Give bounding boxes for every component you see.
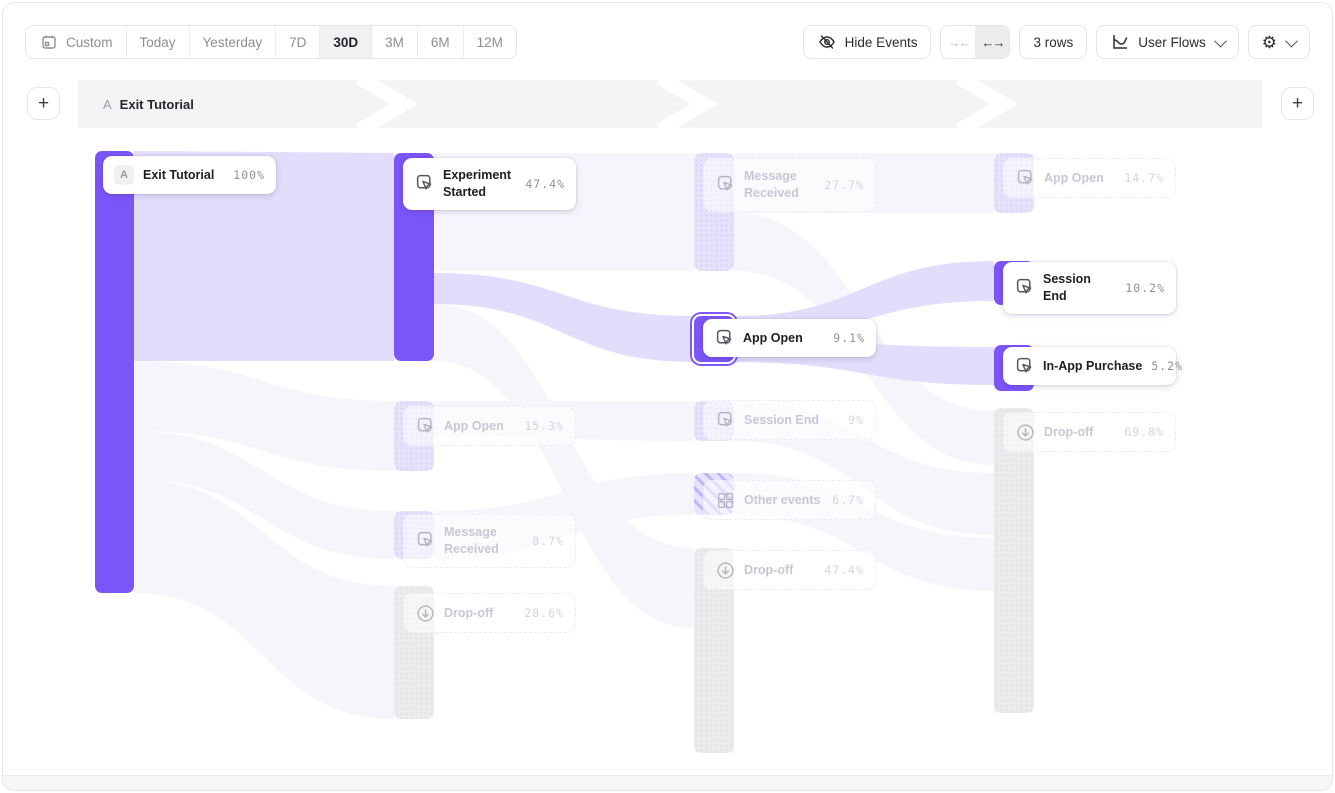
step-letter-badge: A	[103, 97, 112, 112]
event-icon	[715, 175, 735, 195]
toolbar: Custom Today Yesterday 7D 30D 3M 6M 12M …	[25, 25, 1310, 61]
gear-icon: ⚙	[1262, 34, 1277, 51]
settings-dropdown[interactable]: ⚙	[1248, 25, 1310, 59]
event-icon	[1014, 356, 1034, 376]
plus-icon: +	[38, 94, 49, 113]
step-letter-badge: A	[114, 165, 134, 185]
node-card-app-open-c4[interactable]: App Open 14.7%	[1003, 158, 1176, 198]
hide-events-button[interactable]: Hide Events	[803, 25, 932, 59]
drop-off-icon	[1015, 422, 1035, 442]
user-flows-panel: Custom Today Yesterday 7D 30D 3M 6M 12M …	[2, 2, 1333, 791]
date-range-30d[interactable]: 30D	[320, 26, 372, 58]
date-range-label: Custom	[66, 35, 113, 50]
eye-off-icon	[817, 32, 837, 52]
step-header-band: A Exit Tutorial	[78, 80, 1262, 128]
event-icon	[1014, 278, 1034, 298]
flow-chart-icon	[1110, 32, 1130, 52]
node-card-message-received-c2[interactable]: Message Received 8.7%	[403, 514, 576, 568]
step-chevron-separators	[78, 80, 1262, 128]
node-card-app-open-c2[interactable]: App Open 15.3%	[403, 406, 576, 446]
event-icon	[415, 531, 435, 551]
node-card-experiment-started[interactable]: Experiment Started 47.4%	[403, 158, 576, 210]
toolbar-right: Hide Events →← ←→ 3 rows User Flows	[803, 25, 1310, 59]
date-range-6m[interactable]: 6M	[418, 26, 464, 58]
node-card-exit-tutorial[interactable]: A Exit Tutorial 100%	[103, 156, 276, 194]
event-icon	[415, 416, 435, 436]
add-step-left-button[interactable]: +	[27, 87, 60, 120]
chevron-down-icon	[1285, 34, 1298, 47]
event-icon	[715, 410, 735, 430]
expand-columns-button[interactable]: ←→	[975, 26, 1009, 58]
node-card-message-received-c3[interactable]: Message Received 27.7%	[703, 158, 876, 212]
event-icon	[414, 174, 434, 194]
node-bar-drop-off-c4[interactable]	[994, 408, 1034, 713]
date-range-custom[interactable]: Custom	[26, 26, 127, 58]
date-range-selector: Custom Today Yesterday 7D 30D 3M 6M 12M	[25, 25, 517, 59]
date-range-7d[interactable]: 7D	[276, 26, 320, 58]
arrows-outward-icon: ←→	[981, 35, 1003, 50]
drop-off-icon	[415, 603, 435, 623]
calendar-icon	[39, 32, 59, 52]
drop-off-icon	[715, 560, 735, 580]
date-range-12m[interactable]: 12M	[464, 26, 516, 58]
collapse-columns-button[interactable]: →←	[941, 26, 975, 58]
step-a-label[interactable]: A Exit Tutorial	[103, 80, 194, 128]
chevron-down-icon	[1214, 34, 1227, 47]
node-bar-exit-tutorial[interactable]	[95, 151, 134, 593]
other-events-icon	[715, 490, 735, 510]
bottom-scroll-track[interactable]	[3, 775, 1332, 790]
rows-button[interactable]: 3 rows	[1019, 25, 1087, 59]
node-card-drop-off-c4[interactable]: Drop-off 69.8%	[1003, 412, 1176, 452]
date-range-today[interactable]: Today	[127, 26, 190, 58]
node-card-drop-off-c3[interactable]: Drop-off 47.4%	[703, 550, 876, 590]
node-card-session-end-c3[interactable]: Session End 9%	[703, 400, 876, 440]
plus-icon: +	[1292, 94, 1303, 113]
step-title: Exit Tutorial	[120, 97, 194, 112]
node-card-app-open-c3[interactable]: App Open 9.1%	[703, 319, 876, 357]
view-type-dropdown[interactable]: User Flows	[1096, 25, 1239, 59]
date-range-yesterday[interactable]: Yesterday	[190, 26, 277, 58]
node-card-drop-off-c2[interactable]: Drop-off 28.6%	[403, 593, 576, 633]
event-icon	[1015, 168, 1035, 188]
node-card-session-end-c4[interactable]: Session End 10.2%	[1003, 262, 1176, 314]
add-step-right-button[interactable]: +	[1281, 87, 1314, 120]
node-card-in-app-purchase-c4[interactable]: In-App Purchase 5.2%	[1003, 347, 1176, 385]
date-range-3m[interactable]: 3M	[372, 26, 418, 58]
arrows-inward-icon: →←	[947, 35, 969, 50]
column-width-toggle: →← ←→	[940, 25, 1010, 59]
event-icon	[714, 328, 734, 348]
node-card-other-events-c3[interactable]: Other events 6.7%	[703, 480, 876, 520]
